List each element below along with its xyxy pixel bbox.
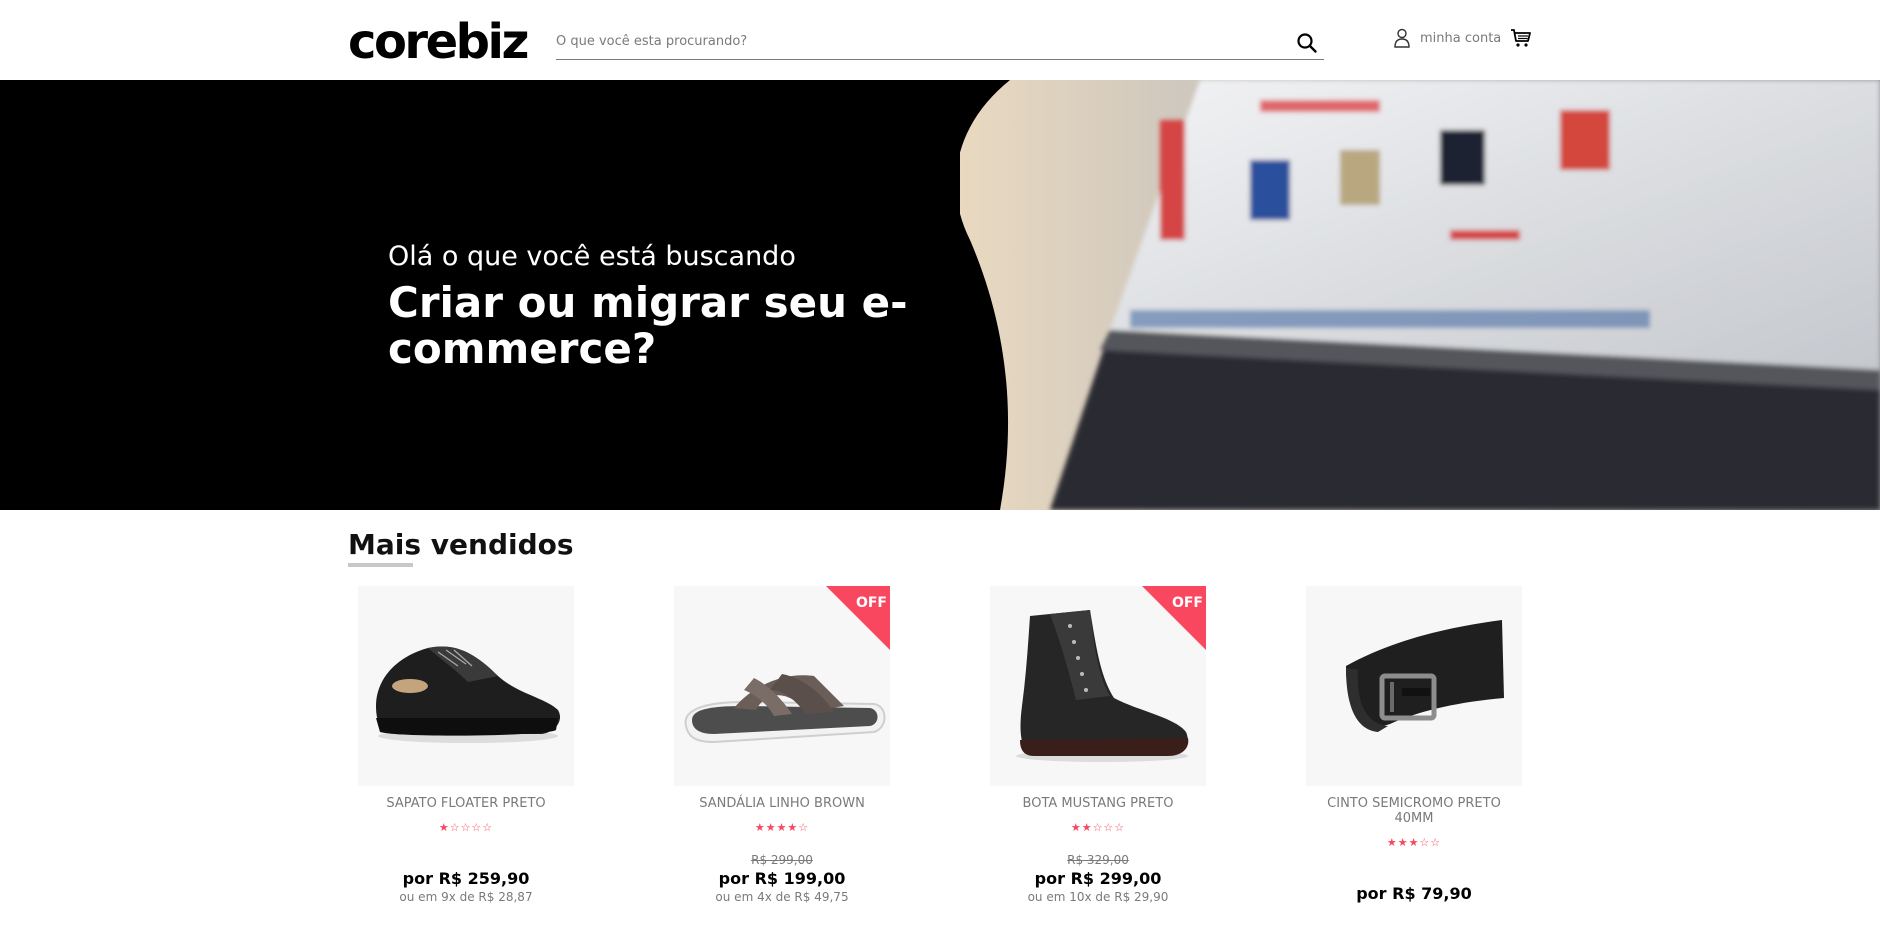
- corebiz-logo[interactable]: corebiz: [348, 14, 529, 70]
- star-rating: ★★☆☆☆: [1070, 821, 1126, 834]
- product-name[interactable]: SANDÁLIA LINHO BROWN: [674, 796, 890, 811]
- product-image[interactable]: OFF: [990, 586, 1206, 786]
- account-link[interactable]: minha conta: [1394, 28, 1501, 48]
- product-name[interactable]: CINTO SEMICROMO PRETO 40MM: [1306, 796, 1522, 826]
- installments: ou em 9x de R$ 28,87: [399, 890, 533, 904]
- search-bar: [556, 24, 1324, 60]
- product-card[interactable]: OFF SANDÁLIA LINHO BROWN ★★★★☆ R$ 299,00…: [674, 586, 890, 904]
- off-label: OFF: [1171, 595, 1203, 611]
- product-card[interactable]: OFF BOTA MUSTANG PRETO ★★☆☆☆ R$ 329,00 p…: [990, 586, 1206, 904]
- search-icon[interactable]: [1296, 32, 1318, 54]
- list-price: R$ 299,00: [751, 853, 813, 867]
- shoe-image: [376, 646, 561, 743]
- product-image[interactable]: OFF: [674, 586, 890, 786]
- product-price: por R$ 259,90: [402, 869, 530, 888]
- star-rating: ★☆☆☆☆: [438, 821, 494, 834]
- product-price: por R$ 299,00: [1034, 869, 1162, 888]
- search-input[interactable]: [556, 28, 1276, 54]
- banner-subtitle: Olá o que você está buscando: [388, 241, 796, 272]
- list-price: [358, 853, 574, 867]
- hero-banner[interactable]: Olá o que você está buscando Criar ou mi…: [0, 80, 1880, 510]
- list-price: R$ 329,00: [1067, 853, 1129, 867]
- list-price: [1306, 868, 1522, 882]
- product-name[interactable]: SAPATO FLOATER PRETO: [358, 796, 574, 811]
- user-icon: [1394, 28, 1410, 48]
- installments: ou em 10x de R$ 29,90: [1027, 890, 1169, 904]
- product-card[interactable]: SAPATO FLOATER PRETO ★☆☆☆☆ por R$ 259,90…: [358, 586, 574, 904]
- section-title: Mais vendidos: [348, 528, 574, 561]
- product-image[interactable]: [1306, 586, 1522, 786]
- banner-text: Olá o que você está buscando Criar ou mi…: [388, 240, 908, 372]
- product-card[interactable]: CINTO SEMICROMO PRETO 40MM ★★★☆☆ por R$ …: [1306, 586, 1522, 905]
- banner-title: Criar ou migrar seu e-commerce?: [388, 278, 908, 373]
- installments: ou em 4x de R$ 49,75: [715, 890, 849, 904]
- product-price: por R$ 199,00: [718, 869, 846, 888]
- product-image[interactable]: [358, 586, 574, 786]
- star-rating: ★★★★☆: [754, 821, 810, 834]
- belt-image: [1346, 620, 1504, 732]
- site-header: corebiz minha conta: [0, 0, 1880, 80]
- star-rating: ★★★☆☆: [1386, 836, 1442, 849]
- off-label: OFF: [855, 595, 887, 611]
- account-label: minha conta: [1420, 30, 1502, 46]
- product-price: por R$ 79,90: [1356, 884, 1472, 903]
- product-name[interactable]: BOTA MUSTANG PRETO: [990, 796, 1206, 811]
- cart-icon[interactable]: [1510, 27, 1532, 49]
- laptop-photo: [960, 80, 1880, 510]
- section-underline: [348, 563, 413, 567]
